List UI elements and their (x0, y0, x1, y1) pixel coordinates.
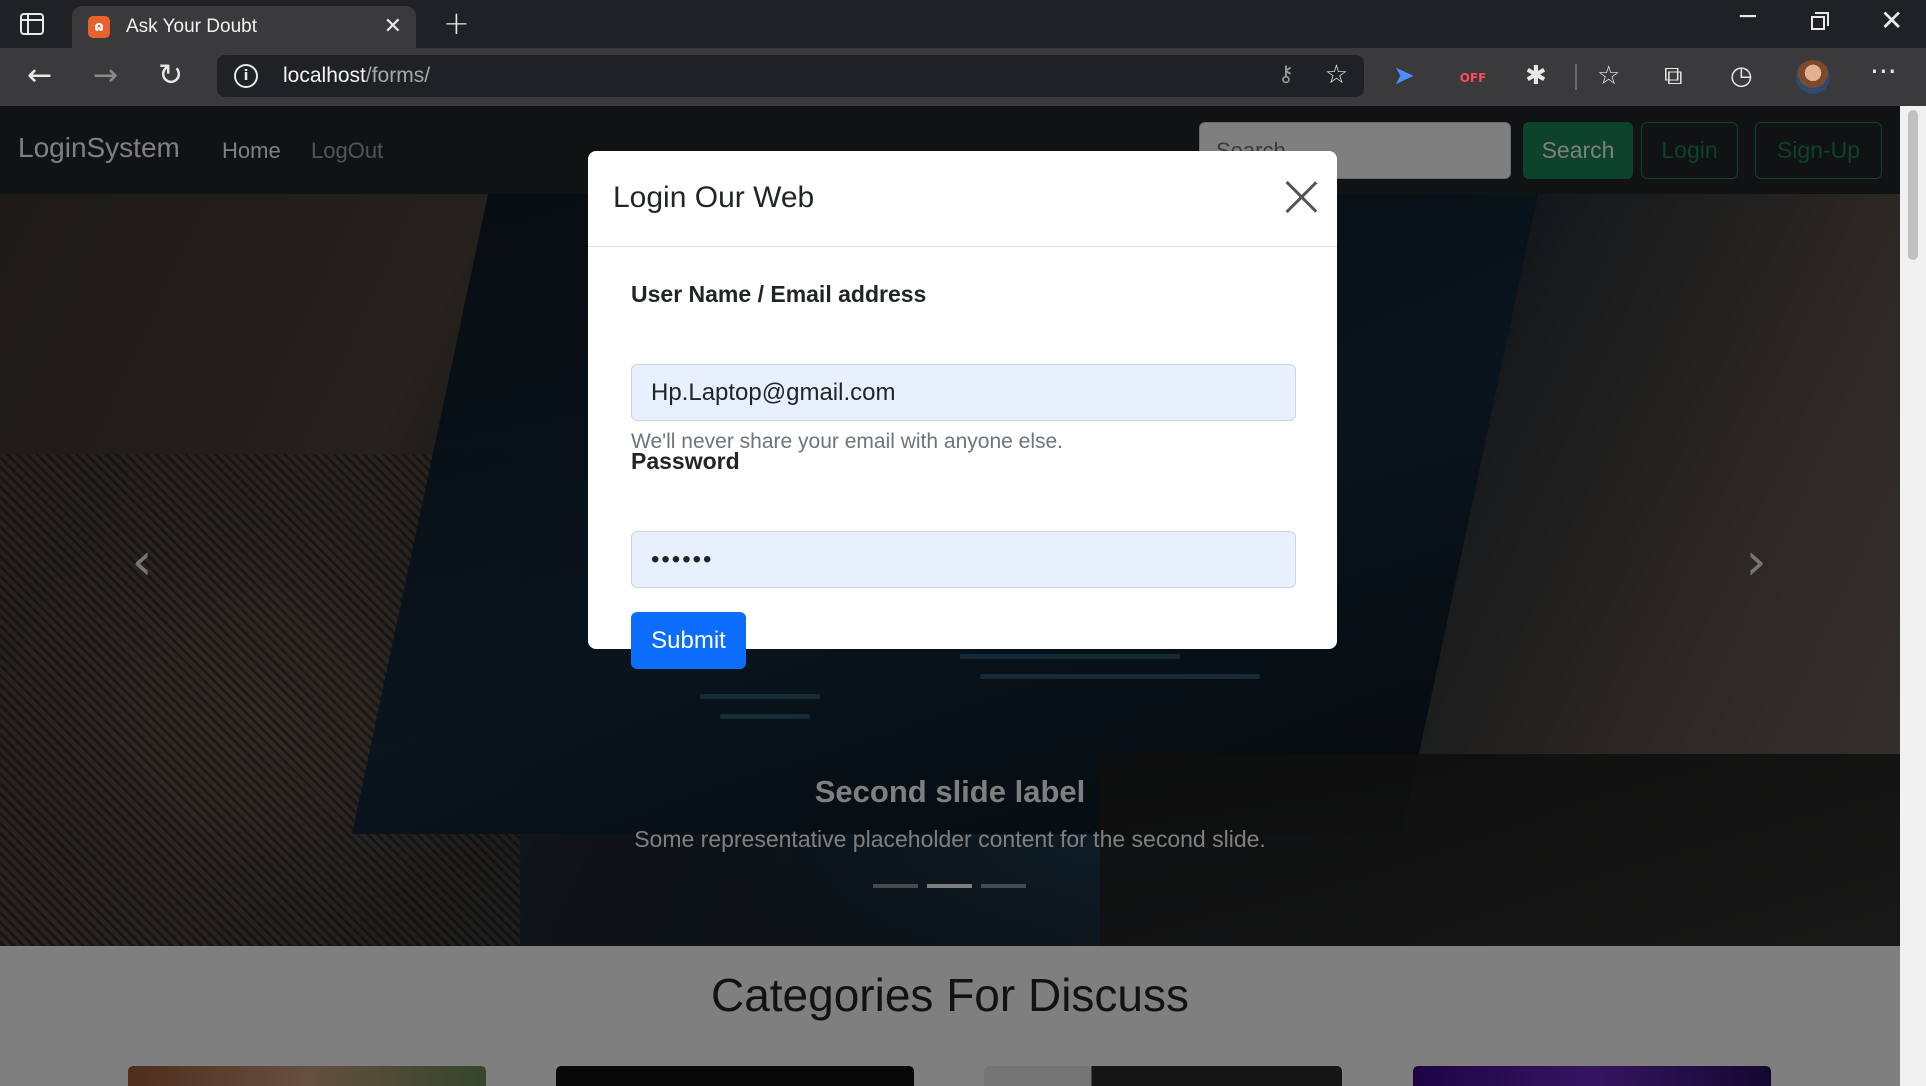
xampp-favicon-icon: ɷ (88, 16, 110, 38)
restore-icon[interactable] (1811, 6, 1829, 30)
minimize-icon[interactable]: ─ (1740, 2, 1756, 32)
favorites-icon[interactable]: ☆ (1597, 60, 1620, 92)
modal-close-icon[interactable] (1283, 179, 1319, 215)
back-icon[interactable]: ← (27, 58, 52, 94)
browser-tab[interactable]: ɷ Ask Your Doubt ✕ (72, 6, 416, 48)
history-icon[interactable]: ◷ (1730, 60, 1753, 92)
password-field[interactable] (631, 531, 1296, 588)
tab-actions-icon[interactable] (18, 11, 46, 37)
password-label: Password (631, 448, 740, 474)
tab-close-icon[interactable]: ✕ (384, 14, 402, 39)
reload-icon[interactable]: ↻ (158, 58, 183, 94)
window-close-icon[interactable]: ✕ (1880, 4, 1903, 37)
address-bar[interactable]: i localhost/forms/ ⚷ ☆ (217, 55, 1364, 97)
login-modal: Login Our Web User Name / Email address … (588, 151, 1337, 669)
extension-arrow-icon[interactable]: ➤ (1393, 60, 1415, 92)
add-favorite-icon[interactable]: ☆ (1325, 60, 1348, 90)
web-page: LoginSystem Home LogOut Search Login Sig… (0, 106, 1900, 1086)
modal-header: Login Our Web (588, 151, 1337, 247)
browser-tab-bar: ɷ Ask Your Doubt ✕ + ─ ✕ (0, 0, 1926, 48)
submit-button[interactable]: Submit (631, 612, 746, 669)
forward-icon[interactable]: → (93, 58, 118, 94)
more-options-icon[interactable]: ··· (1870, 56, 1897, 88)
profile-avatar[interactable] (1796, 60, 1830, 94)
modal-title: Login Our Web (613, 181, 815, 214)
scrollbar-thumb[interactable] (1908, 110, 1918, 260)
url-text[interactable]: localhost/forms/ (283, 64, 430, 88)
new-tab-icon[interactable]: + (443, 4, 470, 42)
password-key-icon[interactable]: ⚷ (1278, 62, 1294, 87)
page-scrollbar[interactable] (1900, 106, 1926, 1086)
email-label: User Name / Email address (631, 281, 927, 307)
extensions-puzzle-icon[interactable]: ✱ (1525, 60, 1547, 92)
email-field[interactable] (631, 364, 1296, 421)
extension-off-icon[interactable]: OFF (1459, 64, 1487, 92)
site-info-icon[interactable]: i (234, 64, 258, 88)
toolbar-divider (1575, 64, 1577, 90)
tab-title: Ask Your Doubt (126, 16, 257, 37)
collections-icon[interactable]: ⧉ (1664, 60, 1683, 92)
